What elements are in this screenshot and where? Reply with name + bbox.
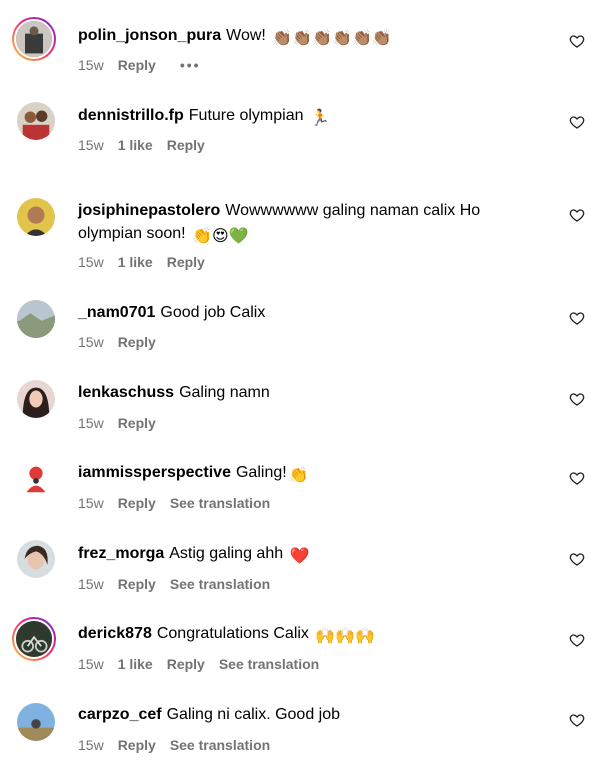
comment-text: iammissperspective Galing! 👏 [78, 461, 518, 487]
like-heart-icon[interactable] [569, 33, 585, 49]
comment-time[interactable]: 15w [78, 495, 104, 511]
avatar[interactable] [17, 380, 55, 418]
comment-username[interactable]: _nam0701 [78, 304, 155, 321]
likes-count[interactable]: 1 like [118, 254, 153, 270]
comment-username[interactable]: polin_jonson_pura [78, 27, 221, 44]
reply-button[interactable]: Reply [118, 334, 156, 350]
reply-button[interactable]: Reply [167, 137, 205, 153]
raising-hands-emoji: 🙌🙌🙌 [315, 628, 376, 645]
comment-time[interactable]: 15w [78, 576, 104, 592]
comment-meta: 15w 1 like Reply [78, 137, 219, 153]
reply-button[interactable]: Reply [167, 656, 205, 672]
comment-text: carpzo_cef Galing ni calix. Good job [78, 703, 518, 726]
likes-count[interactable]: 1 like [118, 656, 153, 672]
reply-button[interactable]: Reply [118, 415, 156, 431]
comment-time[interactable]: 15w [78, 737, 104, 753]
reply-button[interactable]: Reply [118, 57, 156, 73]
emoji-group: 👏😍💚 [192, 228, 249, 245]
comment-text: derick878 Congratulations Calix 🙌🙌🙌 [78, 622, 518, 648]
avatar[interactable] [17, 300, 55, 338]
comment-text: dennistrillo.fp Future olympian 🏃 [78, 104, 518, 130]
comment-body: Future olympian [188, 107, 304, 124]
reply-button[interactable]: Reply [118, 576, 156, 592]
like-heart-icon[interactable] [569, 310, 585, 326]
comment-text: frez_morga Astig galing ahh ❤️ [78, 542, 518, 568]
comment-meta: 15w 1 like Reply [78, 254, 219, 270]
comment-username[interactable]: derick878 [78, 625, 152, 642]
avatar[interactable] [12, 17, 56, 61]
like-heart-icon[interactable] [569, 391, 585, 407]
clap-emoji: 👏 [288, 467, 309, 484]
see-translation-button[interactable]: See translation [170, 495, 270, 511]
comment-meta: 15w Reply [78, 334, 170, 350]
comment-body: Good job Calix [160, 304, 266, 321]
comment-text: josiphinepastolero Wowwwwww galing naman … [78, 199, 518, 248]
comment-text: _nam0701 Good job Calix [78, 301, 518, 324]
comment-username[interactable]: carpzo_cef [78, 706, 162, 723]
like-heart-icon[interactable] [569, 207, 585, 223]
comment-text: polin_jonson_pura Wow! 👏🏽👏🏽👏🏽👏🏽👏🏽👏🏽 [78, 24, 518, 50]
comment-meta: 15w Reply ••• [78, 57, 215, 73]
avatar[interactable] [12, 617, 56, 661]
red-heart-emoji: ❤️ [289, 548, 310, 565]
comment-meta: 15w Reply [78, 415, 170, 431]
like-heart-icon[interactable] [569, 632, 585, 648]
comment-time[interactable]: 15w [78, 656, 104, 672]
like-heart-icon[interactable] [569, 114, 585, 130]
avatar[interactable] [17, 198, 55, 236]
avatar[interactable] [17, 102, 55, 140]
comment-meta: 15w Reply See translation [78, 737, 284, 753]
reply-button[interactable]: Reply [167, 254, 205, 270]
see-translation-button[interactable]: See translation [219, 656, 319, 672]
see-translation-button[interactable]: See translation [170, 576, 270, 592]
more-options-button[interactable]: ••• [180, 57, 201, 73]
like-heart-icon[interactable] [569, 551, 585, 567]
avatar[interactable] [17, 460, 55, 498]
comment-body: Congratulations Calix [156, 625, 309, 642]
comment-body: Galing ni calix. Good job [166, 706, 341, 723]
comment-body: Wow! [226, 27, 266, 44]
comment-time[interactable]: 15w [78, 254, 104, 270]
comment-text: lenkaschuss Galing namn [78, 381, 518, 404]
see-translation-button[interactable]: See translation [170, 737, 270, 753]
comment-meta: 15w Reply See translation [78, 495, 284, 511]
clap-emoji: 👏🏽👏🏽👏🏽👏🏽👏🏽👏🏽 [272, 30, 392, 47]
avatar[interactable] [17, 703, 55, 741]
comment-body: Galing! [235, 464, 287, 481]
like-heart-icon[interactable] [569, 470, 585, 486]
reply-button[interactable]: Reply [118, 737, 156, 753]
runner-emoji: 🏃 [309, 110, 330, 127]
comment-body: Galing namn [179, 384, 270, 401]
comment-time[interactable]: 15w [78, 137, 104, 153]
like-heart-icon[interactable] [569, 712, 585, 728]
comment-username[interactable]: lenkaschuss [78, 384, 174, 401]
comment-username[interactable]: josiphinepastolero [78, 202, 220, 219]
comment-body: Astig galing ahh [169, 545, 284, 562]
comment-username[interactable]: frez_morga [78, 545, 164, 562]
comment-meta: 15w Reply See translation [78, 576, 284, 592]
comment-username[interactable]: dennistrillo.fp [78, 107, 184, 124]
comment-time[interactable]: 15w [78, 415, 104, 431]
likes-count[interactable]: 1 like [118, 137, 153, 153]
comment-username[interactable]: iammissperspective [78, 464, 231, 481]
comment-time[interactable]: 15w [78, 334, 104, 350]
avatar[interactable] [17, 540, 55, 578]
comment-meta: 15w 1 like Reply See translation [78, 656, 333, 672]
reply-button[interactable]: Reply [118, 495, 156, 511]
comment-time[interactable]: 15w [78, 57, 104, 73]
